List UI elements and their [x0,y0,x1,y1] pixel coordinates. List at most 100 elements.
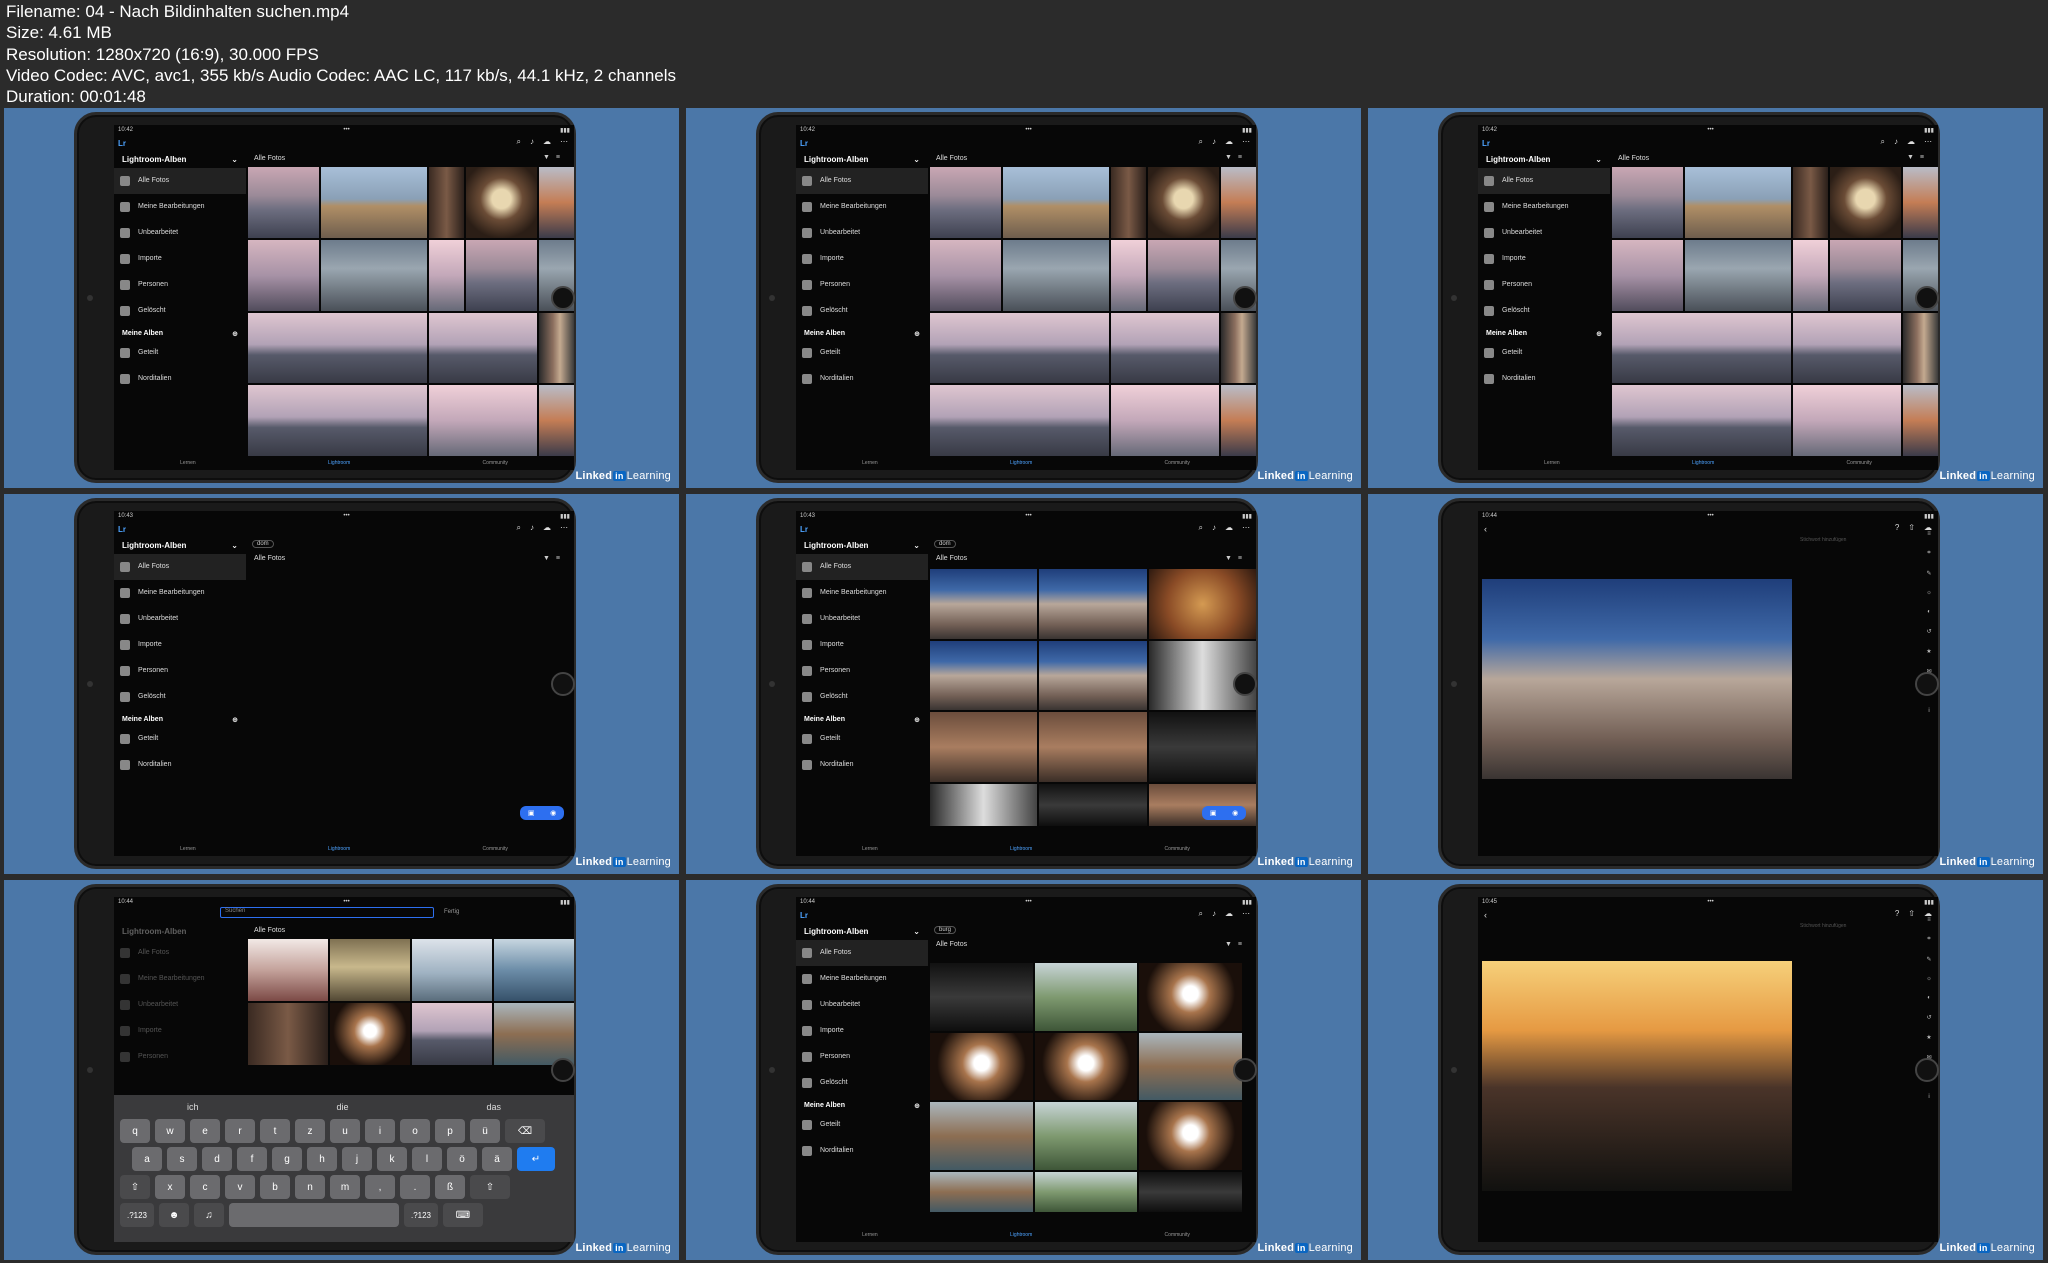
photo-thumb[interactable] [428,385,537,456]
bell-icon[interactable]: ♪ [1212,909,1216,919]
photo-thumb[interactable] [1039,640,1147,711]
done-button[interactable]: Fertig [444,909,459,915]
photo-thumb[interactable] [248,167,319,238]
photo-thumb[interactable] [1034,1171,1138,1212]
sidebar-item-all-photos[interactable]: Alle Fotos [796,554,928,580]
more-icon[interactable]: ⋯ [1242,909,1250,919]
key[interactable]: x [155,1175,185,1199]
sidebar-item-edits[interactable]: Meine Bearbeitungen [796,966,928,992]
microphone-icon[interactable]: ♫ [194,1203,224,1227]
sidebar-item-unedited[interactable]: Unbearbeitet [796,220,928,246]
key[interactable]: j [342,1147,372,1171]
keyword-hint[interactable]: Stichwort hinzufügen [1800,537,1846,543]
cloud-icon[interactable]: ☁ [1225,523,1233,533]
photo-thumb[interactable] [428,239,464,311]
frame-9[interactable]: 10:45 ••• ▮▮▮ ‹? ⇧ ☁ Stichwort hinzufügen ≡ ⌗… [1368,880,2043,1260]
key[interactable]: m [330,1175,360,1199]
filter-icons[interactable]: ▼≡ [543,154,566,161]
photo-thumb[interactable] [428,312,537,384]
photo-thumb[interactable] [930,1102,1033,1170]
photo-thumb[interactable] [248,939,328,1001]
tab-lightroom[interactable]: Lightroom [1010,460,1032,466]
history-icon[interactable]: ↺ [1926,628,1931,635]
shift-key[interactable]: ⇧ [470,1175,510,1199]
numbers-key[interactable]: .?123 [404,1203,438,1227]
filter-icons[interactable]: ▼≡ [1907,154,1930,161]
sidebar-item-edits[interactable]: Meine Bearbeitungen [796,580,928,606]
photo-thumb[interactable] [1110,239,1146,311]
photo-thumb[interactable] [248,1003,328,1065]
sidebar-item-deleted[interactable]: Gelöscht [796,298,928,324]
sidebar-item-all-photos[interactable]: Alle Fotos [1478,168,1610,194]
more-icon[interactable]: ⋯ [1924,137,1932,147]
light-icon[interactable]: ☼ [1926,590,1932,596]
share-icon[interactable]: ⇧ [1908,523,1915,532]
backspace-key[interactable]: ⌫ [505,1119,545,1143]
key[interactable]: u [330,1119,360,1143]
frame-8[interactable]: 10:44 ••• ▮▮▮ Lr ⌕ ♪ ☁ ⋯ Lightroom-Alben ⌄ Alle… [686,880,1361,1260]
tab-lightroom[interactable]: Lightroom [1692,460,1714,466]
photo-thumb[interactable] [1034,1032,1138,1100]
chevron-down-icon[interactable]: ⌄ [231,155,238,164]
photo-thumb[interactable] [494,1003,574,1065]
key[interactable]: w [155,1119,185,1143]
key[interactable]: ö [447,1147,477,1171]
photo-thumb[interactable] [428,167,464,238]
photo-thumb[interactable] [1792,385,1901,456]
photo-thumb[interactable] [1829,239,1901,311]
sidebar-item-imports[interactable]: Importe [114,1018,246,1044]
frame-3[interactable]: 10:42 ••• ▮▮▮ Lr ⌕ ♪ ☁ ⋯ Lightroom-Alben ⌄ Alle… [1368,108,2043,488]
key[interactable]: t [260,1119,290,1143]
add-icon[interactable]: ⊕ [232,716,238,724]
photo-thumb[interactable] [930,385,1109,456]
search-icon[interactable]: ⌕ [1199,137,1203,147]
photo-thumb[interactable] [930,167,1001,238]
key[interactable]: v [225,1175,255,1199]
photo-thumb[interactable] [1220,312,1256,384]
cloud-icon[interactable]: ☁ [1225,137,1233,147]
more-icon[interactable]: ⋯ [560,523,568,533]
add-photos-button[interactable]: ▣ ◉ [520,806,564,820]
sidebar-item-people[interactable]: Personen [796,1044,928,1070]
cloud-icon[interactable]: ☁ [1907,137,1915,147]
photo-thumb[interactable] [930,569,1038,639]
key[interactable]: n [295,1175,325,1199]
photo-thumb[interactable] [930,640,1038,711]
tab-learn[interactable]: Lernen [862,1232,878,1238]
photo-thumb[interactable] [1139,963,1242,1031]
sidebar-item-all-photos[interactable]: Alle Fotos [114,940,246,966]
photo-thumb[interactable] [930,784,1038,826]
key[interactable]: i [365,1119,395,1143]
photo-thumb[interactable] [538,385,574,456]
tab-community[interactable]: Community [1165,460,1190,466]
photo-thumb[interactable] [930,1032,1033,1100]
key[interactable]: , [365,1175,395,1199]
more-icon[interactable]: ⋯ [1242,523,1250,533]
add-icon[interactable]: ⊕ [232,330,238,338]
chevron-down-icon[interactable]: ⌄ [913,155,920,164]
album-shared[interactable]: Geteilt [114,726,246,752]
star-icon[interactable]: ★ [1926,1034,1931,1041]
tab-lightroom[interactable]: Lightroom [1010,1232,1032,1238]
frame-1[interactable]: 10:42 ••• ▮▮▮ Lr ⌕ ♪ ☁ ⋯ Lightroom-Alben ⌄ Alle… [4,108,679,488]
photo-thumb[interactable] [1110,312,1219,384]
sidebar-item-deleted[interactable]: Gelöscht [1478,298,1610,324]
album-norditalien[interactable]: Norditalien [796,366,928,392]
sidebar-item-imports[interactable]: Importe [1478,246,1610,272]
key[interactable]: ü [470,1119,500,1143]
star-icon[interactable]: ★ [1926,648,1931,655]
shift-key[interactable]: ⇧ [120,1175,150,1199]
sidebar-item-people[interactable]: Personen [114,272,246,298]
cloud-icon[interactable]: ☁ [543,523,551,533]
help-icon[interactable]: ? [1895,909,1899,918]
frame-6[interactable]: 10:44 ••• ▮▮▮ ‹? ⇧ ☁ Stichwort hinzufügen ≡ ⌗… [1368,494,2043,874]
photo-thumb[interactable] [1684,239,1791,311]
bell-icon[interactable]: ♪ [530,523,534,533]
album-shared[interactable]: Geteilt [1478,340,1610,366]
tab-community[interactable]: Community [1847,460,1872,466]
sidebar-item-imports[interactable]: Importe [114,246,246,272]
search-icon[interactable]: ⌕ [1881,137,1885,147]
detail-photo[interactable] [1482,579,1792,779]
cloud-icon[interactable]: ☁ [543,137,551,147]
photo-thumb[interactable] [930,312,1109,384]
